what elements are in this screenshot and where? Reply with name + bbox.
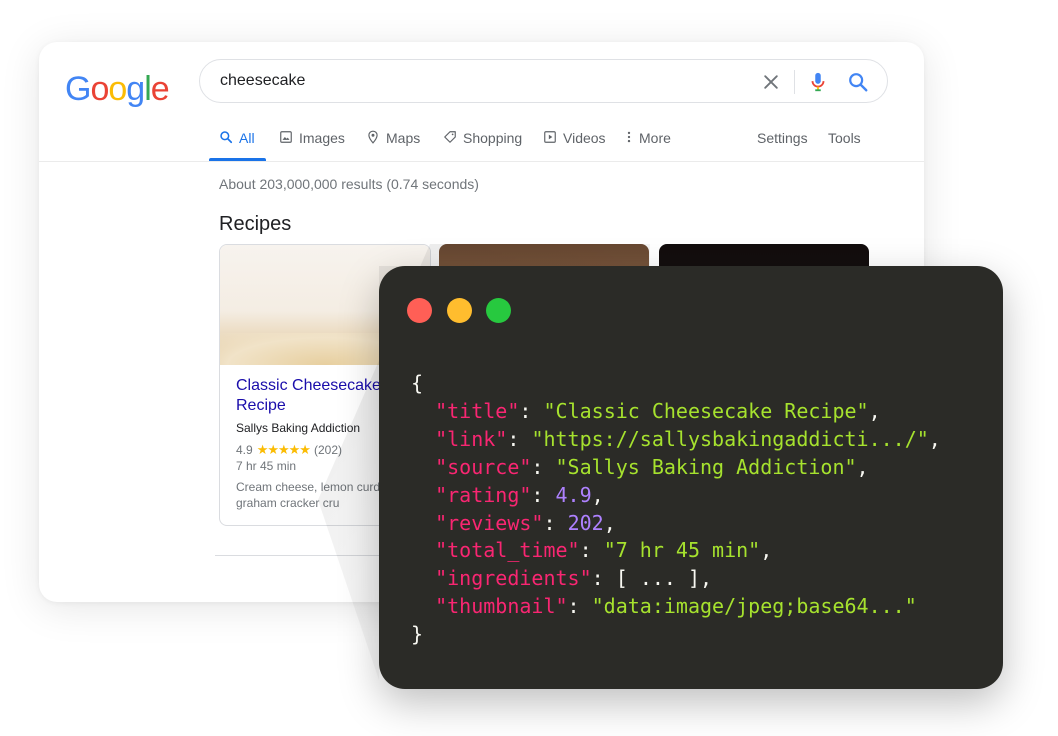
rating-value: 4.9 [236, 443, 253, 457]
search-icon [220, 131, 233, 144]
logo-letter: e [150, 70, 170, 108]
tab-label: More [639, 130, 671, 146]
code-line: "total_time": "7 hr 45 min", [435, 538, 773, 563]
logo-letter: o [90, 70, 109, 108]
tab-all[interactable]: All [219, 130, 255, 160]
image-icon [280, 131, 292, 143]
tab-more[interactable]: More [625, 130, 671, 160]
code-line: "link": "https://sallysbakingaddicti.../… [435, 426, 941, 451]
logo-letter: g [126, 70, 145, 108]
close-icon[interactable] [761, 72, 781, 92]
code-line: "source": "Sallys Baking Addiction", [435, 454, 869, 479]
recipes-heading: Recipes [219, 213, 292, 235]
google-logo[interactable]: Google [65, 70, 170, 109]
window-close-button[interactable] [407, 298, 432, 323]
tab-label: Images [299, 130, 345, 146]
code-line: } [411, 622, 424, 647]
search-icon[interactable] [847, 71, 869, 93]
tab-shopping[interactable]: Shopping [443, 130, 522, 160]
search-divider [794, 70, 795, 94]
window-maximize-button[interactable] [486, 298, 511, 323]
tools-link[interactable]: Tools [828, 130, 861, 160]
tools-label: Tools [828, 130, 861, 146]
star-rating-icon: ★★★★★ [256, 442, 311, 457]
tab-videos[interactable]: Videos [543, 130, 606, 160]
play-icon [544, 131, 556, 143]
tab-label: All [239, 130, 255, 146]
recipe-time: 7 hr 45 min [236, 459, 297, 473]
json-code-block: { "title": "Classic Cheesecake Recipe", … [411, 370, 941, 649]
code-line: "reviews": 202, [435, 510, 616, 535]
code-line: "rating": 4.9, [435, 482, 604, 507]
results-count: About 203,000,000 results (0.74 seconds) [219, 176, 479, 192]
tabs-divider [39, 161, 924, 162]
tag-icon [444, 131, 456, 143]
json-code-window: { "title": "Classic Cheesecake Recipe", … [379, 266, 1003, 689]
search-query[interactable]: cheesecake [220, 72, 305, 90]
window-minimize-button[interactable] [447, 298, 472, 323]
recipe-rating: 4.9 ★★★★★ (202) [236, 442, 342, 458]
settings-label: Settings [757, 130, 808, 146]
review-count: (202) [313, 443, 342, 457]
logo-letter: o [108, 70, 127, 108]
tab-maps[interactable]: Maps [366, 130, 420, 160]
microphone-icon[interactable] [807, 71, 829, 93]
code-line: "thumbnail": "data:image/jpeg;base64..." [435, 594, 917, 619]
tab-label: Maps [386, 130, 421, 146]
recipe-source: Sallys Baking Addiction [236, 421, 361, 435]
tab-label: Shopping [463, 130, 523, 146]
search-input[interactable]: cheesecake [199, 59, 888, 103]
code-line: "ingredients": [ ... ], [435, 566, 713, 591]
map-pin-icon [368, 130, 378, 144]
tab-images[interactable]: Images [279, 130, 345, 160]
code-line: { [411, 371, 424, 395]
settings-link[interactable]: Settings [757, 130, 808, 160]
code-line: "title": "Classic Cheesecake Recipe", [435, 398, 881, 423]
logo-letter: G [65, 70, 91, 108]
more-vert-icon [627, 131, 631, 143]
tab-label: Videos [563, 130, 606, 146]
